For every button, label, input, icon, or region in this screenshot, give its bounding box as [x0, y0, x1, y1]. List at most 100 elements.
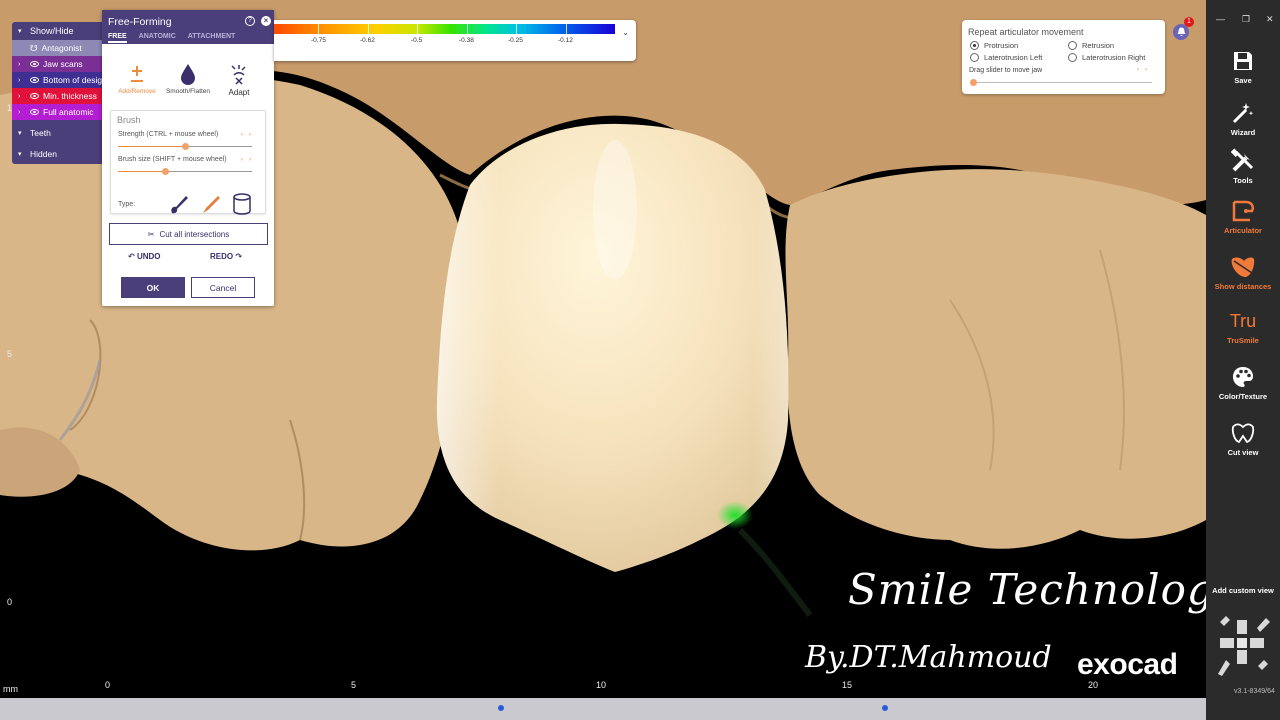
tool-label: Smooth/Flatten	[165, 88, 211, 95]
add-remove-tool[interactable]: Add/Remove	[110, 60, 164, 95]
bottom-strip	[0, 698, 1206, 720]
layer-jaw-scans[interactable]: › Jaw scans	[12, 56, 110, 72]
layer-min-thickness[interactable]: › Min. thickness	[12, 88, 110, 104]
ruler-x-tick: 0	[105, 680, 111, 690]
slider-handle[interactable]	[161, 168, 169, 175]
slider-handle[interactable]	[970, 79, 977, 86]
adapt-tool[interactable]: Adapt	[212, 60, 266, 97]
save-button[interactable]: Save	[1206, 46, 1280, 85]
undo-button[interactable]: ↶ UNDO	[128, 252, 161, 261]
add-custom-view-button[interactable]: Add custom view	[1206, 586, 1280, 595]
jaw-slider-arrows[interactable]: ‹›	[1137, 67, 1153, 73]
cut-intersections-button[interactable]: ✂ Cut all intersections	[109, 223, 268, 245]
cut-view-button[interactable]: Cut view	[1206, 418, 1280, 457]
help-icon[interactable]: ?	[245, 16, 255, 26]
notification-button[interactable]: 1	[1170, 17, 1194, 42]
tab-free[interactable]: FREE	[108, 33, 127, 43]
toolbar-label: Tools	[1233, 176, 1253, 185]
watermark-title: Smile Technology	[848, 565, 1206, 614]
radio-icon	[970, 41, 979, 50]
toolbar-label: Color/Texture	[1218, 392, 1268, 401]
adapt-icon	[212, 60, 266, 88]
radio-label: Retrusion	[1082, 41, 1115, 50]
drag-label: Drag slider to move jaw	[969, 67, 1043, 74]
group-hidden[interactable]: ▾ Hidden	[12, 146, 110, 162]
radio-icon	[970, 53, 979, 62]
radio-laterotrusion-left[interactable]: Laterotrusion Left	[970, 53, 1042, 62]
ruler-x-tick: 10	[596, 680, 607, 690]
chevron-right-icon: ›	[18, 108, 21, 116]
strength-slider[interactable]	[118, 143, 252, 150]
articulator-title: Repeat articulator movement	[968, 27, 1084, 37]
ruler-unit: mm	[3, 684, 18, 694]
group-label: Hidden	[30, 149, 57, 159]
scissors-icon: ✂	[147, 229, 155, 239]
eye-icon[interactable]	[30, 77, 39, 83]
slider-handle[interactable]	[182, 143, 189, 150]
type-label: Type:	[118, 201, 136, 208]
minimize-icon[interactable]: —	[1216, 14, 1225, 24]
strength-arrows[interactable]: ‹›	[241, 132, 257, 138]
wizard-button[interactable]: Wizard	[1206, 98, 1280, 137]
exocad-logo: exocad	[1077, 648, 1178, 681]
chevron-down-icon: ▾	[18, 151, 22, 158]
chevron-down-icon: ▾	[18, 28, 22, 35]
strength-label: Strength (CTRL + mouse wheel)	[118, 131, 219, 138]
restore-icon[interactable]: ❐	[1242, 14, 1250, 25]
chevron-right-icon: ›	[18, 60, 21, 68]
layer-bottom-of-design[interactable]: › Bottom of design	[12, 72, 110, 88]
ruler-x: mm 0 5 10 15 20	[0, 676, 1206, 698]
radio-laterotrusion-right[interactable]: Laterotrusion Right	[1068, 53, 1145, 62]
palette-icon	[1206, 362, 1280, 392]
tool-label: Adapt	[228, 88, 250, 97]
eye-icon[interactable]	[30, 109, 39, 115]
brush-size-arrows[interactable]: ‹›	[241, 157, 257, 163]
ok-button[interactable]: OK	[121, 277, 185, 298]
group-label: Teeth	[30, 128, 51, 138]
close-window-icon[interactable]: ✕	[1266, 14, 1274, 25]
radio-protrusion[interactable]: Protrusion	[970, 41, 1018, 50]
show-distances-button[interactable]: Show distances	[1206, 252, 1280, 291]
panel-header: Free-Forming ? × FREE ANATOMIC ATTACHMEN…	[102, 10, 274, 44]
button-label: UNDO	[136, 252, 161, 261]
layer-label: Full anatomic	[43, 107, 94, 117]
right-toolbar: — ❐ ✕ Save Wizard Tools Articulator Show…	[1206, 0, 1280, 720]
tab-attachment[interactable]: ATTACHMENT	[188, 33, 236, 43]
wizard-icon	[1206, 98, 1280, 128]
tools-button[interactable]: Tools	[1206, 146, 1280, 185]
tools-icon	[1206, 146, 1280, 176]
layer-antagonist[interactable]: ☋ Antagonist	[12, 40, 110, 56]
button-label: REDO	[210, 252, 234, 261]
eye-icon[interactable]	[30, 93, 39, 99]
chevron-down-icon[interactable]: ⌄	[622, 28, 629, 37]
trusmile-button[interactable]: Tru TruSmile	[1206, 306, 1280, 346]
brush-type-cylinder-icon[interactable]	[232, 193, 252, 220]
brush-size-slider[interactable]	[118, 168, 252, 175]
ruler-y-tick: 5	[7, 349, 13, 359]
articulator-button[interactable]: Articulator	[1206, 196, 1280, 235]
brush-size-label: Brush size (SHIFT + mouse wheel)	[118, 156, 227, 163]
layer-label: Min. thickness	[43, 91, 97, 101]
articulator-icon	[1206, 196, 1280, 226]
toolbar-label: Save	[1234, 76, 1252, 85]
show-hide-header[interactable]: ▾ Show/Hide	[12, 22, 110, 40]
redo-button[interactable]: REDO ↷	[210, 252, 242, 261]
articulator-panel: Repeat articulator movement Protrusion R…	[962, 20, 1165, 94]
radio-retrusion[interactable]: Retrusion	[1068, 41, 1114, 50]
color-texture-button[interactable]: Color/Texture	[1206, 362, 1280, 401]
eye-icon[interactable]	[30, 61, 39, 67]
view-cube-icon[interactable]	[1214, 612, 1272, 678]
cancel-button[interactable]: Cancel	[191, 277, 255, 298]
brush-type-paint-icon[interactable]	[168, 193, 190, 220]
toolbar-label: TruSmile	[1227, 336, 1259, 345]
droplet-icon	[161, 60, 215, 88]
tab-anatomic[interactable]: ANATOMIC	[139, 33, 176, 43]
jaw-slider[interactable]	[970, 82, 1152, 83]
layer-full-anatomic[interactable]: › Full anatomic	[12, 104, 110, 120]
brush-type-pen-icon[interactable]	[200, 193, 222, 220]
group-teeth[interactable]: ▾ Teeth	[12, 125, 110, 141]
scale-value: -0.25	[508, 37, 523, 44]
radio-icon	[1068, 41, 1077, 50]
smooth-flatten-tool[interactable]: Smooth/Flatten	[161, 60, 215, 95]
close-icon[interactable]: ×	[261, 16, 271, 26]
